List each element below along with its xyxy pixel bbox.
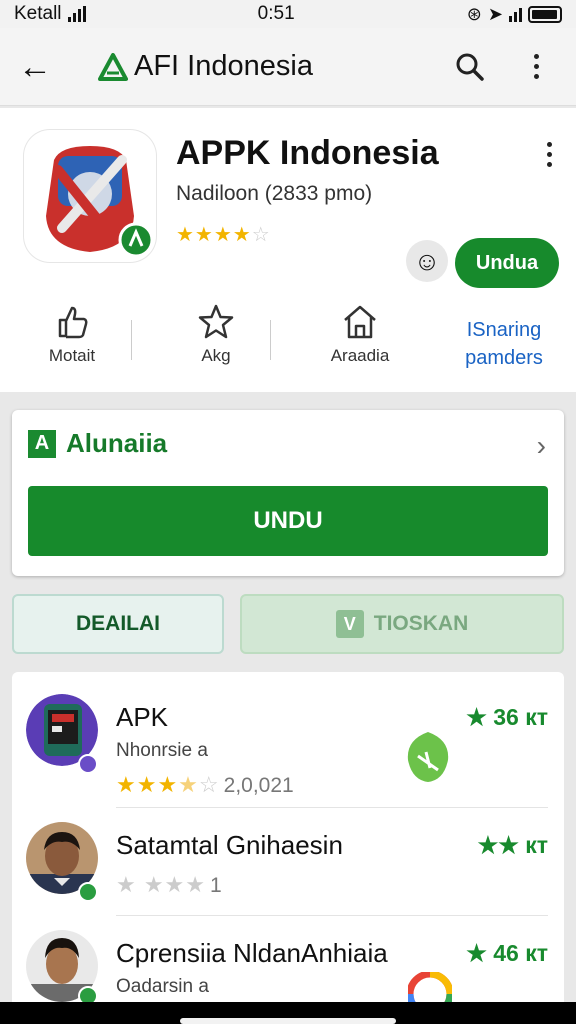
list-item-name: Cprensiia NldanAnhiaia bbox=[116, 938, 388, 968]
tab-detail-label: DEAILAI bbox=[76, 612, 160, 635]
list-item-count: 2,0,021 bbox=[223, 774, 294, 797]
clock: 0:51 bbox=[257, 3, 295, 24]
divider bbox=[270, 320, 271, 360]
badge-icon bbox=[78, 882, 98, 902]
list-item-name: APK bbox=[116, 702, 169, 732]
status-bar: Ketall 0:51 ⊛ ➤ bbox=[0, 0, 576, 28]
app-icon bbox=[24, 130, 156, 262]
action-label: Akg bbox=[201, 346, 231, 365]
list-item[interactable]: Cprensiia NldanAnhiaia Oadarsin a ★ 46 к… bbox=[12, 916, 564, 1012]
tab-other-label: TIOSKAN bbox=[373, 612, 469, 635]
action-motait[interactable]: Motait bbox=[0, 304, 144, 384]
list-item[interactable]: APK Nhonrsie a ★★★★☆ 2,0,021 ★ 36 кт bbox=[12, 680, 564, 797]
system-nav-bar bbox=[0, 1002, 576, 1024]
action-label: Motait bbox=[48, 346, 96, 365]
list-item-stars: ★ ★★★ 1 bbox=[116, 872, 222, 897]
home-gesture-pill[interactable] bbox=[180, 1018, 396, 1024]
list-item-score: ★ 36 кт bbox=[466, 704, 548, 730]
store-a-icon: A bbox=[28, 429, 56, 458]
action-araadia[interactable]: Araadia bbox=[288, 304, 432, 384]
tab-other[interactable]: V TIOSKAN bbox=[240, 594, 564, 654]
chevron-right-icon[interactable]: › bbox=[537, 430, 546, 462]
cell-signal-icon bbox=[508, 6, 522, 22]
action-label: ISnaring pamders bbox=[465, 319, 543, 369]
store-logo: AFI Indonesia bbox=[98, 50, 313, 83]
app-subtitle: Nadiloon (2833 pmo) bbox=[176, 182, 373, 205]
list-item-name: Satamtal Gnihaesin bbox=[116, 830, 343, 860]
list-item-score: ★★ кт bbox=[477, 832, 548, 858]
store-logo-icon bbox=[98, 52, 128, 81]
list-item-meta: Nhonrsie a bbox=[116, 740, 208, 761]
battery-icon bbox=[527, 5, 562, 23]
action-sharing[interactable]: ISnaring pamders bbox=[432, 304, 576, 384]
action-row: Motait Akg Araadia ISnaring pamders bbox=[0, 304, 576, 384]
app-bar-title: AFI Indonesia bbox=[134, 50, 313, 82]
install-card-heading: Alunaiia bbox=[66, 428, 168, 458]
v-badge-icon: V bbox=[335, 610, 364, 638]
location-icon: ➤ bbox=[487, 3, 503, 24]
green-leaf-icon bbox=[407, 732, 449, 782]
list-item[interactable]: Satamtal Gnihaesin ★ ★★★ 1 ★★ кт bbox=[12, 808, 564, 916]
install-card: A Alunaiia › UNDU bbox=[12, 410, 564, 576]
signal-icon bbox=[67, 6, 86, 22]
action-akg[interactable]: Akg bbox=[144, 304, 288, 384]
carrier-label: Ketall bbox=[14, 3, 62, 24]
home-icon bbox=[341, 304, 379, 340]
app-header-card: APPK Indonesia Nadiloon (2833 pmo) ★★★★☆… bbox=[0, 108, 576, 392]
search-icon[interactable] bbox=[448, 45, 492, 89]
app-overflow-menu-icon[interactable] bbox=[547, 142, 552, 167]
smiley-icon[interactable]: ☺ bbox=[406, 240, 448, 282]
app-bar: ← AFI Indonesia bbox=[0, 28, 576, 106]
install-button-small[interactable]: Undua bbox=[455, 238, 559, 288]
tab-detail[interactable]: DEAILAI bbox=[12, 594, 224, 654]
app-list: APK Nhonrsie a ★★★★☆ 2,0,021 ★ 36 кт Sata… bbox=[12, 672, 564, 1012]
star-icon bbox=[197, 304, 235, 340]
divider bbox=[131, 320, 132, 360]
overflow-menu-icon[interactable] bbox=[514, 45, 558, 89]
app-rating-stars: ★★★★☆ bbox=[176, 224, 271, 246]
list-item-stars: ★★★★☆ 2,0,021 bbox=[116, 772, 294, 797]
action-label: Araadia bbox=[330, 346, 390, 365]
thumbs-up-icon bbox=[54, 304, 90, 340]
badge-icon bbox=[78, 754, 98, 774]
back-arrow-icon[interactable]: ← bbox=[18, 50, 58, 84]
list-item-meta: Oadarsin a bbox=[116, 976, 209, 997]
list-item-count: 1 bbox=[210, 874, 222, 897]
list-item-score: ★ 46 кт bbox=[466, 940, 548, 966]
install-button[interactable]: UNDU bbox=[28, 486, 548, 556]
install-card-header[interactable]: A Alunaiia bbox=[28, 428, 167, 459]
app-title: APPK Indonesia bbox=[176, 134, 439, 172]
cast-icon: ⊛ bbox=[466, 3, 482, 24]
